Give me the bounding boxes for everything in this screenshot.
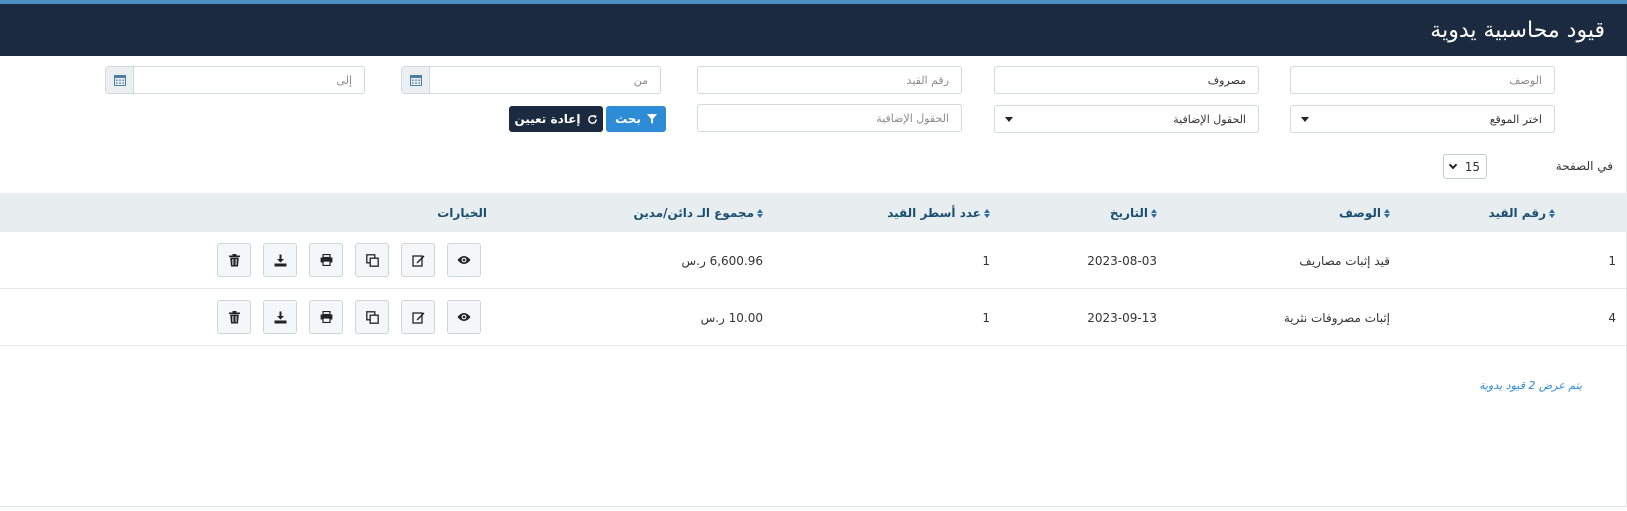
download-button[interactable] bbox=[263, 243, 297, 277]
sort-icon bbox=[1151, 208, 1157, 218]
delete-button[interactable] bbox=[217, 243, 251, 277]
extra-fields-select[interactable]: الحقول الإضافية bbox=[994, 105, 1259, 133]
cell-description: إثبات مصروفات نثرية bbox=[1283, 311, 1390, 325]
to-date-field bbox=[105, 66, 365, 94]
column-options: الخيارات bbox=[437, 206, 487, 220]
copy-button[interactable] bbox=[355, 300, 389, 334]
caret-down-icon bbox=[1301, 116, 1309, 122]
cell-entry-number: 1 bbox=[1608, 254, 1616, 268]
cell-line-count: 1 bbox=[982, 311, 990, 325]
extra-fields-field bbox=[697, 104, 962, 132]
delete-button[interactable] bbox=[217, 300, 251, 334]
edit-icon bbox=[411, 254, 424, 267]
page-header: قيود محاسبية يدوية bbox=[0, 4, 1627, 56]
copy-icon bbox=[365, 310, 379, 324]
refresh-icon bbox=[587, 114, 597, 124]
type-field bbox=[994, 66, 1259, 94]
trash-icon bbox=[228, 253, 240, 266]
view-button[interactable] bbox=[447, 243, 481, 277]
type-input[interactable] bbox=[995, 67, 1258, 93]
to-date-input[interactable] bbox=[134, 67, 364, 93]
table-header: رقم القيد الوصف التاريخ عدد أسطر القيد م… bbox=[0, 193, 1627, 232]
calendar-icon[interactable] bbox=[402, 67, 430, 93]
search-button[interactable]: بحث bbox=[606, 106, 666, 132]
view-button[interactable] bbox=[447, 300, 481, 334]
copy-icon bbox=[365, 253, 379, 267]
per-page-select[interactable]: 15 bbox=[1443, 154, 1487, 179]
extra-fields-input[interactable] bbox=[698, 105, 961, 131]
per-page-value: 15 bbox=[1464, 159, 1480, 174]
entry-number-input[interactable] bbox=[698, 67, 961, 93]
download-icon bbox=[274, 311, 286, 323]
filter-icon bbox=[646, 114, 657, 124]
sort-icon bbox=[984, 208, 990, 218]
sort-icon bbox=[1549, 208, 1555, 218]
edit-button[interactable] bbox=[401, 300, 435, 334]
column-entry-number[interactable]: رقم القيد bbox=[1489, 206, 1555, 220]
description-field bbox=[1290, 66, 1555, 94]
location-select[interactable]: اختر الموقع bbox=[1290, 105, 1555, 133]
cell-entry-number: 4 bbox=[1608, 311, 1616, 325]
eye-icon bbox=[457, 256, 471, 264]
edit-icon bbox=[411, 311, 424, 324]
page-title: قيود محاسبية يدوية bbox=[1430, 18, 1605, 43]
copy-button[interactable] bbox=[355, 243, 389, 277]
cell-date: 2023-08-03 bbox=[1087, 254, 1157, 268]
search-button-label: بحث bbox=[615, 112, 641, 126]
eye-icon bbox=[457, 313, 471, 321]
column-description[interactable]: الوصف bbox=[1339, 206, 1390, 220]
download-icon bbox=[274, 254, 286, 266]
entry-number-field bbox=[697, 66, 962, 94]
cell-line-count: 1 bbox=[982, 254, 990, 268]
from-date-field bbox=[401, 66, 661, 94]
per-page-label: في الصفحة bbox=[1555, 159, 1613, 173]
main-panel: اختر الموقع الحقول الإضافية بحث إعادة تع… bbox=[0, 56, 1627, 507]
cell-date: 2023-09-13 bbox=[1087, 311, 1157, 325]
table-row: 1 قيد إثبات مصاريف 2023-08-03 1 6,600.96… bbox=[0, 232, 1627, 289]
results-info: يتم عرض 2 قيود يدوية bbox=[1479, 379, 1582, 392]
column-date[interactable]: التاريخ bbox=[1110, 206, 1157, 220]
reset-button-label: إعادة تعيين bbox=[514, 112, 581, 126]
extra-fields-select-value: الحقول الإضافية bbox=[1173, 112, 1246, 126]
caret-down-icon bbox=[1005, 116, 1013, 122]
table-row: 4 إثبات مصروفات نثرية 2023-09-13 1 10.00… bbox=[0, 289, 1627, 346]
cell-total: 10.00 ر.س bbox=[700, 311, 763, 325]
location-select-value: اختر الموقع bbox=[1489, 112, 1542, 126]
from-date-input[interactable] bbox=[430, 67, 660, 93]
sort-icon bbox=[757, 208, 763, 218]
print-button[interactable] bbox=[309, 243, 343, 277]
cell-total: 6,600.96 ر.س bbox=[681, 254, 763, 268]
reset-button[interactable]: إعادة تعيين bbox=[509, 106, 603, 132]
sort-icon bbox=[1384, 208, 1390, 218]
description-input[interactable] bbox=[1291, 67, 1554, 93]
print-button[interactable] bbox=[309, 300, 343, 334]
print-icon bbox=[320, 311, 332, 323]
download-button[interactable] bbox=[263, 300, 297, 334]
trash-icon bbox=[228, 310, 240, 323]
cell-description: قيد إثبات مصاريف bbox=[1299, 254, 1390, 268]
edit-button[interactable] bbox=[401, 243, 435, 277]
print-icon bbox=[320, 254, 332, 266]
calendar-icon[interactable] bbox=[106, 67, 134, 93]
column-line-count[interactable]: عدد أسطر القيد bbox=[887, 206, 990, 220]
column-total[interactable]: مجموع الـ دائن/مدين bbox=[633, 206, 763, 220]
chevron-down-icon bbox=[1448, 160, 1458, 170]
